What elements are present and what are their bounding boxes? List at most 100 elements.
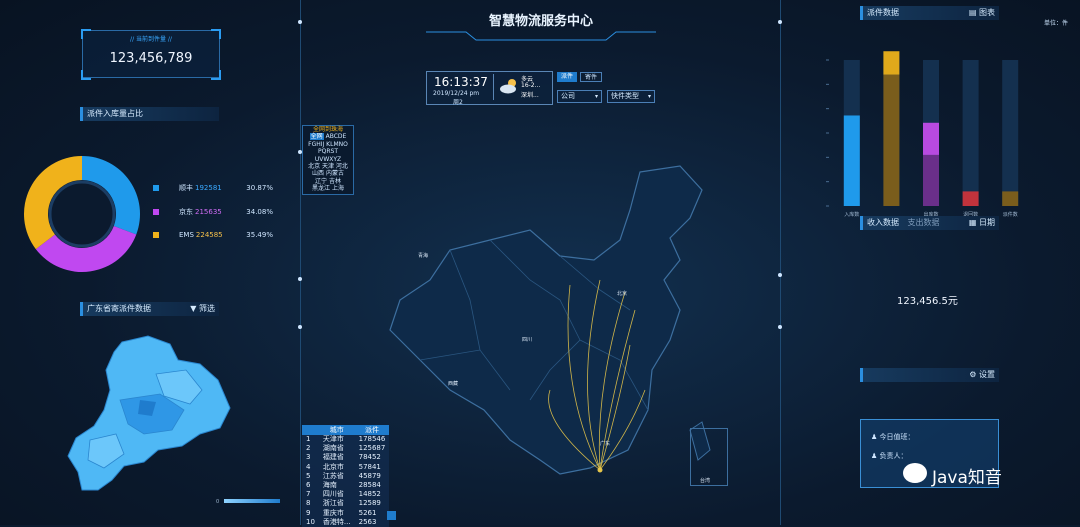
bar[interactable] (883, 51, 900, 75)
guide-dot (778, 273, 782, 277)
counter-caption: // 当前到件量 // (130, 36, 172, 43)
table-row[interactable]: 2 湖南省 125687 (302, 444, 390, 454)
bar[interactable] (843, 115, 860, 206)
col-dispatch: 派件 (354, 425, 390, 435)
title-underline (426, 31, 656, 41)
legend-name: EMS (179, 231, 194, 239)
bar[interactable] (923, 154, 939, 206)
bar[interactable] (923, 122, 939, 155)
type-select[interactable]: 快件类型 ▾ (607, 90, 655, 103)
table-row[interactable]: 1 天津市 178546 (302, 435, 390, 445)
row-city: 江苏省 (318, 471, 355, 481)
row-city: 福建省 (318, 453, 355, 463)
chart-view-label: 图表 (979, 8, 995, 17)
legend-swatch (153, 185, 159, 191)
donut-chart (24, 156, 140, 272)
clock-weather-panel: 16:13:37 2019/12/24 pm 周2 多云 16-2... 深圳.… (426, 71, 553, 106)
bar[interactable] (883, 74, 900, 206)
bar[interactable] (1002, 191, 1019, 206)
legend-item[interactable]: 京东 215635 34.08% (153, 207, 273, 217)
legend-percent: 34.08% (246, 208, 273, 216)
corner-decoration (211, 29, 221, 39)
bar-panel-header: 派件数据 ▤ 图表 (860, 6, 999, 20)
company-select[interactable]: 公司 ▾ (557, 90, 602, 103)
chevron-down-icon: ▾ (647, 93, 651, 100)
chart-view-button[interactable]: ▤ 图表 (969, 6, 995, 20)
user-icon: ♟ (871, 452, 878, 460)
table-row[interactable]: 4 北京市 57841 (302, 462, 390, 472)
table-row[interactable]: 8 浙江省 12589 (302, 499, 390, 509)
row-rank: 8 (302, 499, 319, 509)
row-rank: 9 (302, 508, 319, 518)
legend-item[interactable]: 顺丰 192581 30.87% (153, 183, 273, 193)
unit-label: 单位：件 (1044, 20, 1069, 27)
legend-item[interactable]: EMS 224585 35.49% (153, 231, 273, 239)
today-duty-label: 今日值班： (879, 433, 915, 441)
table-row[interactable]: 6 海南 28584 (302, 480, 390, 491)
row-count: 78452 (354, 453, 390, 463)
row-rank: 5 (302, 471, 319, 481)
guide-line (300, 0, 301, 525)
region-letters[interactable]: ABCDE (326, 133, 347, 140)
city-table: 城市 派件 1 天津市 178546 2 湖南省 125687 3 福建省 78452 4 北京市 5… (302, 425, 390, 527)
x-tick-label: 入库数 (844, 211, 859, 218)
bar[interactable] (962, 191, 979, 206)
tab-income[interactable]: 收入数据 (867, 218, 899, 227)
south-sea-inset (690, 428, 728, 486)
row-city: 北京市 (318, 462, 355, 472)
guide-dot (778, 20, 782, 24)
table-row[interactable]: 10 香港特... 2563 (302, 517, 390, 527)
wechat-icon (903, 463, 927, 483)
date-button[interactable]: ▦ 日期 (969, 216, 995, 230)
tab-dispatch[interactable]: 派件 (557, 72, 577, 82)
region-letters[interactable]: FGHIJ KLMNO (303, 141, 353, 148)
tab-send[interactable]: 寄件 (580, 72, 602, 82)
settings-panel-header: ⚙ 设置 (860, 368, 999, 382)
row-city: 浙江省 (318, 499, 355, 509)
region-letters[interactable]: PQRST (303, 148, 353, 155)
region-provinces[interactable]: 山西 内蒙古 (303, 170, 353, 177)
legend-percent: 30.87% (246, 184, 273, 192)
row-rank: 3 (302, 453, 319, 463)
bar-track (962, 60, 979, 206)
row-rank: 10 (302, 517, 319, 527)
row-count: 57841 (354, 462, 390, 472)
weather-city: 深圳... (521, 92, 539, 99)
row-count: 28584 (354, 480, 390, 491)
row-city: 湖南省 (318, 444, 355, 454)
gd-panel-title: 广东省寄派件数据 (87, 304, 151, 313)
chart-icon: ▤ (968, 8, 977, 17)
legend-percent: 35.49% (246, 231, 273, 239)
row-city: 香港特... (318, 517, 355, 527)
region-letters[interactable]: UVWXYZ (303, 156, 353, 163)
settings-button[interactable]: ⚙ 设置 (969, 368, 995, 382)
row-count: 12589 (354, 499, 390, 509)
guangdong-map[interactable] (60, 330, 235, 495)
row-count: 5261 (354, 508, 390, 518)
table-row[interactable]: 3 福建省 78452 (302, 453, 390, 463)
region-picker[interactable]: 全网到珠海 全网 ABCDE FGHIJ KLMNO PQRST UVWXYZ … (302, 125, 354, 195)
table-row[interactable]: 9 重庆市 5261 (302, 508, 390, 518)
date-label: 日期 (979, 218, 995, 227)
table-row[interactable]: 5 江苏省 45879 (302, 471, 390, 481)
row-count: 45879 (354, 471, 390, 481)
table-scroll-button[interactable] (387, 511, 396, 520)
region-provinces[interactable]: 黑龙江 上海 (303, 185, 353, 192)
table-row[interactable]: 7 四川省 14852 (302, 490, 390, 500)
funnel-icon: ▼ (190, 304, 197, 313)
total-counter-panel: // 当前到件量 // 123,456,789 (82, 30, 220, 78)
chevron-down-icon: ▾ (594, 93, 598, 100)
region-all-button[interactable]: 全网 (309, 133, 324, 141)
tab-expense[interactable]: 支出数据 (908, 218, 940, 227)
legend-value: 215635 (195, 208, 222, 216)
legend-value: 192581 (195, 184, 222, 192)
map-city-label: 广东 (600, 441, 611, 447)
filter-label: 筛选 (199, 304, 215, 313)
x-tick-label: 派件数 (1003, 211, 1018, 218)
gd-panel-header: 广东省寄派件数据 ▼ 筛选 (80, 302, 219, 316)
legend-name: 京东 (179, 208, 193, 216)
settings-label: 设置 (979, 370, 995, 379)
income-value: 123,456.5元 (897, 296, 958, 307)
row-rank: 1 (302, 435, 319, 445)
filter-button[interactable]: ▼ 筛选 (190, 302, 215, 316)
